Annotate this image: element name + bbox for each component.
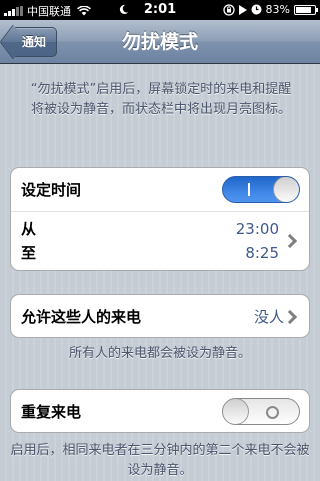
repeated-calls-footnote: 启用后，相同来电者在三分钟内的第二个来电不会被设为静音。 <box>10 443 310 478</box>
from-value: 23:00 <box>235 220 279 238</box>
alarm-icon <box>251 4 262 15</box>
from-line: 从 23:00 <box>21 218 279 240</box>
battery-fill <box>296 6 311 13</box>
toggle-on-mark-icon <box>248 183 250 196</box>
repeated-calls-row: 重复来电 <box>11 390 309 432</box>
battery-percent: 83% <box>265 3 290 16</box>
nav-bar: 通知 勿扰模式 <box>0 20 320 64</box>
battery-icon <box>294 4 318 15</box>
status-right: 83% <box>222 3 318 16</box>
toggle-off-mark-icon <box>266 406 279 419</box>
to-value: 8:25 <box>245 244 279 262</box>
to-label: 至 <box>21 244 37 262</box>
play-icon <box>238 4 247 15</box>
chevron-right-icon <box>282 309 298 325</box>
repeated-calls-label: 重复来电 <box>21 403 82 421</box>
allow-calls-footnote: 所有人的来电都会被设为静音。 <box>68 346 251 361</box>
description-text: “勿扰模式”启用后，屏幕锁定时的来电和提醒将被设为静音，而状态栏中将出现月亮图标… <box>30 82 292 117</box>
schedule-time-row[interactable]: 从 23:00 至 8:25 <box>11 212 309 270</box>
status-bar: 中国联通 2:01 83% <box>0 0 320 20</box>
schedule-group: 设定时间 从 23:00 至 8:25 <box>10 167 310 271</box>
allow-calls-label: 允许这些人的来电 <box>21 308 142 326</box>
repeated-calls-group: 重复来电 <box>10 389 310 433</box>
page-title: 勿扰模式 <box>121 31 198 53</box>
toggle-knob <box>223 399 249 424</box>
schedule-row: 设定时间 <box>11 168 309 212</box>
chevron-right-icon <box>282 233 298 249</box>
allow-calls-group: 允许这些人的来电 没人 <box>10 294 310 338</box>
from-label: 从 <box>21 220 37 238</box>
allow-calls-row[interactable]: 允许这些人的来电 没人 <box>11 295 309 337</box>
schedule-label: 设定时间 <box>21 181 82 199</box>
repeated-calls-toggle[interactable] <box>222 398 300 425</box>
schedule-toggle[interactable] <box>222 176 300 203</box>
allow-calls-value: 没人 <box>253 308 284 326</box>
toggle-knob <box>273 177 299 202</box>
to-line: 至 8:25 <box>21 242 279 264</box>
lock-rotation-icon <box>222 3 235 16</box>
back-button-label: 通知 <box>22 35 47 49</box>
